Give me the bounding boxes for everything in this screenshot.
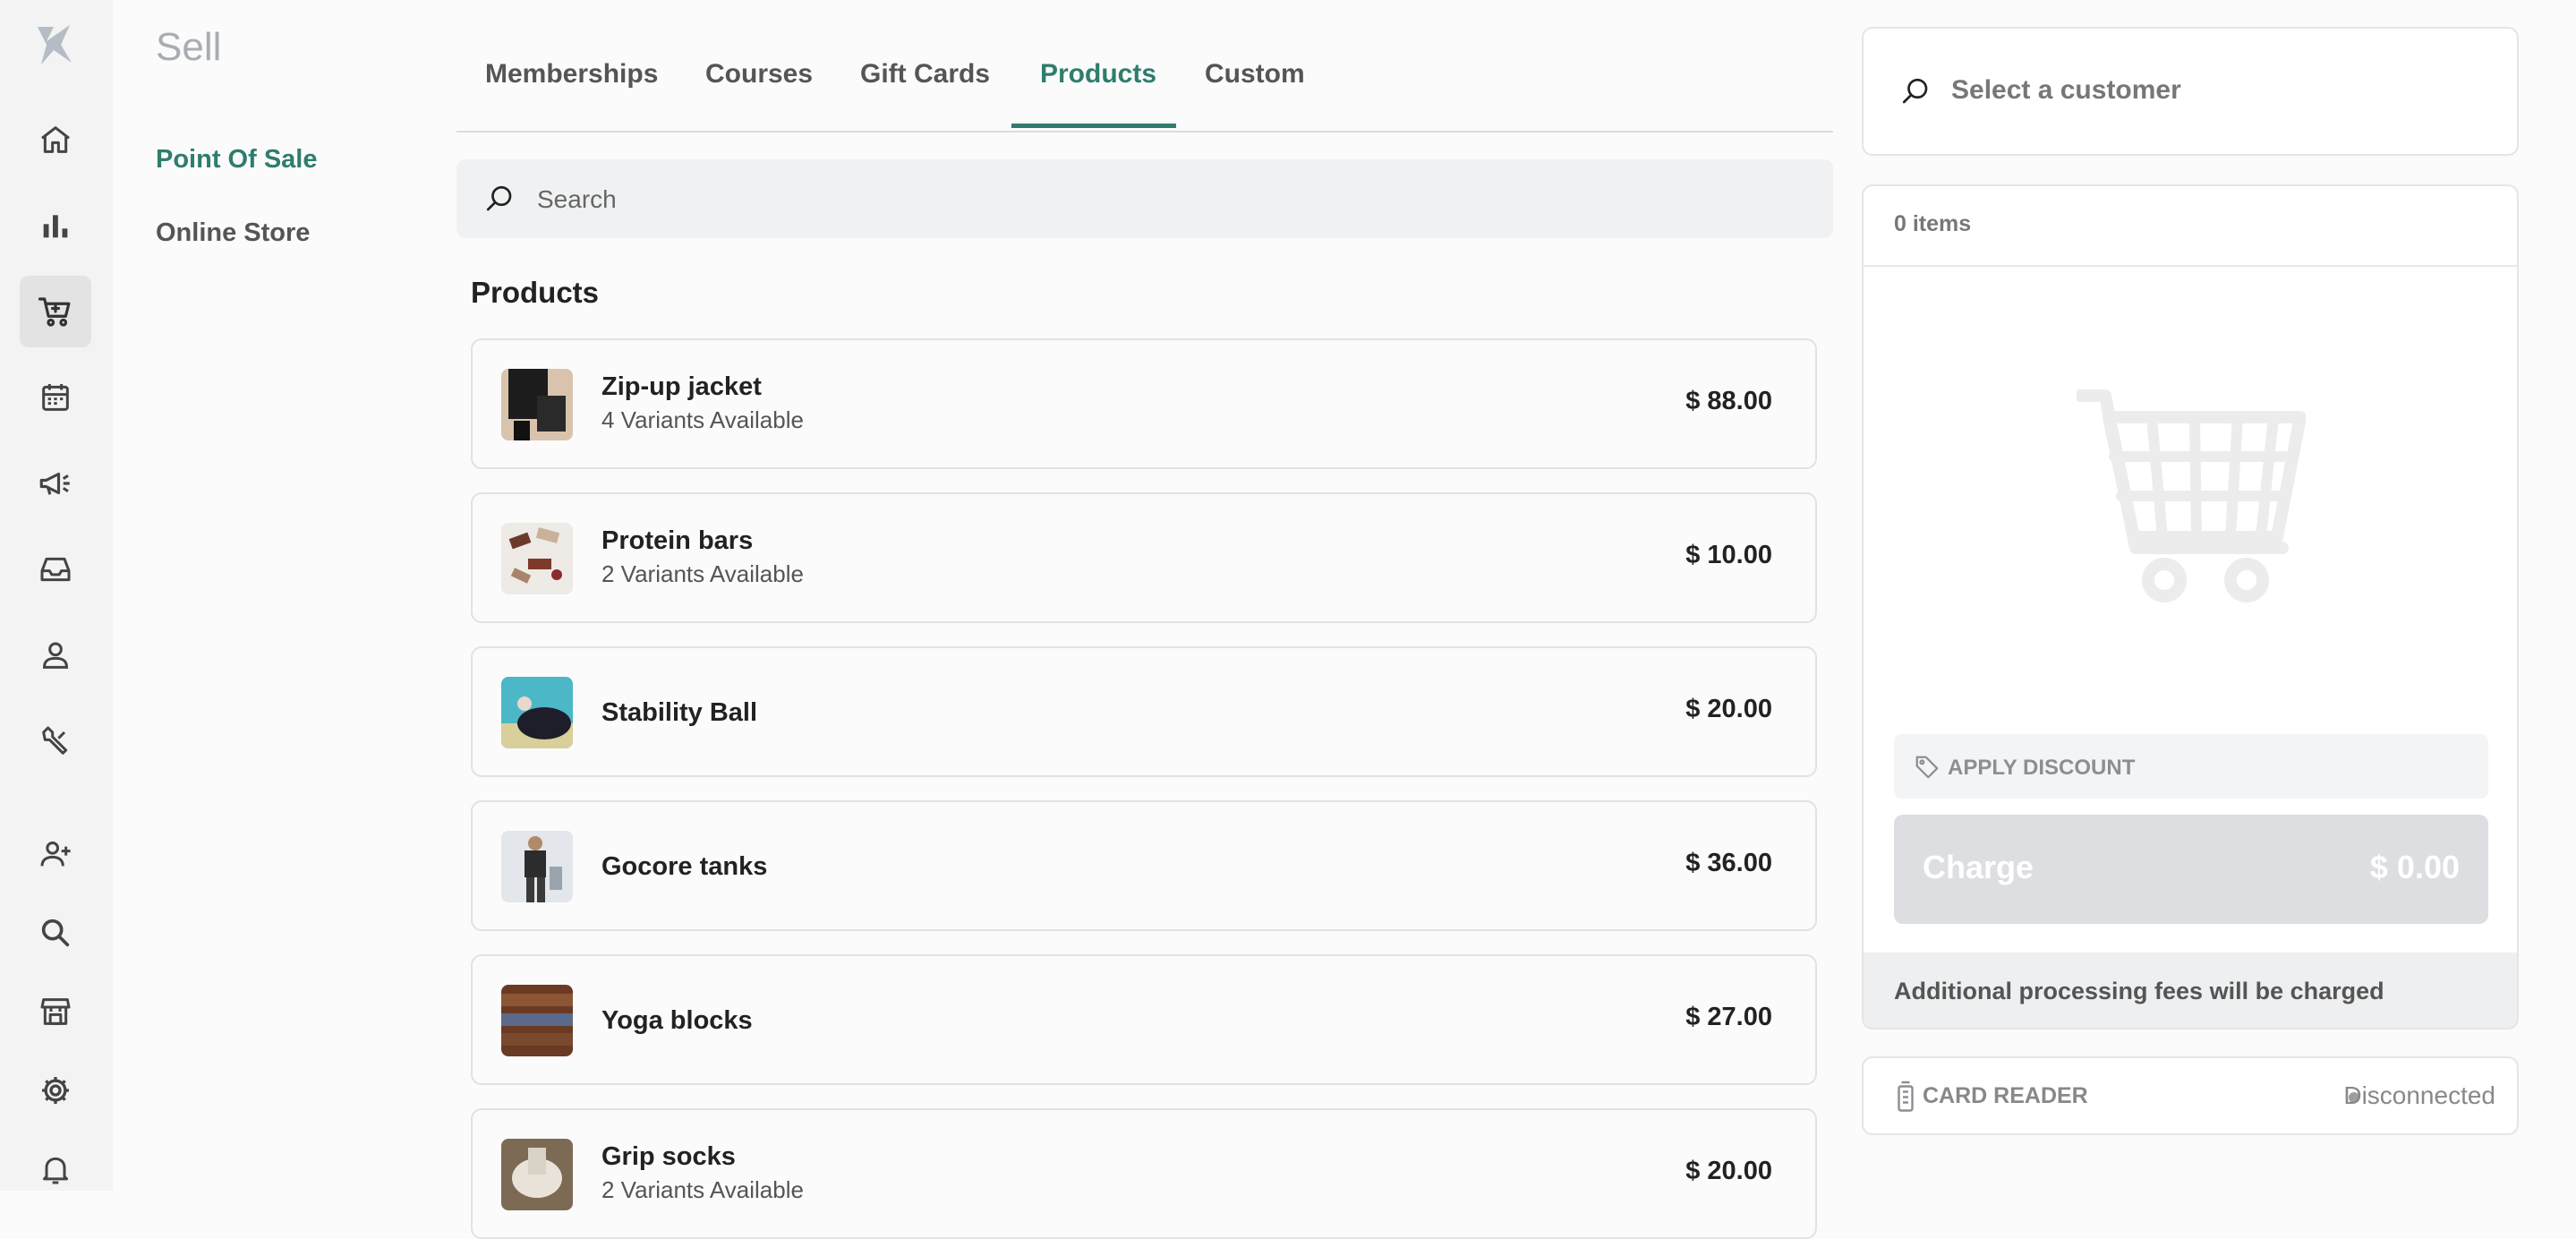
card-reader-status[interactable]: CARD READER Disconnected xyxy=(1862,1056,2519,1135)
tab-memberships[interactable]: Memberships xyxy=(485,59,658,90)
empty-cart-icon xyxy=(2077,389,2306,603)
product-variants: 4 Variants Available xyxy=(601,406,804,433)
product-name: Gocore tanks xyxy=(601,852,768,881)
product-name: Zip-up jacket xyxy=(601,372,762,401)
section-title: Sell xyxy=(156,25,222,69)
search-icon[interactable] xyxy=(20,897,91,969)
product-thumbnail xyxy=(501,677,573,748)
product-price: $ 88.00 xyxy=(1685,387,1772,415)
charge-label: Charge xyxy=(1923,849,2034,885)
cart-item-count: 0 items xyxy=(1894,211,1972,236)
product-thumbnail xyxy=(501,831,573,902)
inbox-icon[interactable] xyxy=(20,534,91,605)
product-row[interactable]: Gocore tanks $ 36.00 xyxy=(471,800,1817,931)
select-customer-field[interactable]: Select a customer xyxy=(1862,27,2519,156)
tab-courses[interactable]: Courses xyxy=(705,59,813,90)
product-row[interactable]: Grip socks 2 Variants Available $ 20.00 xyxy=(471,1108,1817,1239)
user-icon[interactable] xyxy=(20,620,91,691)
processing-fees-text: Additional processing fees will be charg… xyxy=(1894,978,2384,1004)
icon-rail xyxy=(0,0,113,1191)
bar-chart-icon[interactable] xyxy=(20,190,91,261)
product-name: Yoga blocks xyxy=(601,1006,753,1035)
tag-icon xyxy=(1914,754,1941,781)
active-tab-indicator xyxy=(1011,124,1176,128)
megaphone-icon[interactable] xyxy=(20,448,91,519)
card-reader-label: CARD READER xyxy=(1923,1083,2088,1108)
charge-button[interactable]: Charge $ 0.00 xyxy=(1894,815,2488,924)
cart-panel: 0 items APPLY DISCOUNT Charge $ 0.00 Add… xyxy=(1862,184,2519,1030)
select-customer-placeholder: Select a customer xyxy=(1951,75,2181,105)
charge-amount: $ 0.00 xyxy=(2369,849,2460,885)
product-search-bar xyxy=(456,159,1833,238)
bell-icon[interactable] xyxy=(20,1133,91,1205)
products-heading: Products xyxy=(471,276,600,309)
product-thumbnail xyxy=(501,985,573,1056)
card-reader-icon xyxy=(1896,1080,1915,1112)
cart-divider xyxy=(1864,265,2517,267)
search-input[interactable] xyxy=(535,177,1792,222)
product-price: $ 20.00 xyxy=(1685,695,1772,723)
calendar-icon[interactable] xyxy=(20,362,91,433)
product-price: $ 10.00 xyxy=(1685,541,1772,569)
product-thumbnail xyxy=(501,369,573,440)
product-price: $ 36.00 xyxy=(1685,849,1772,877)
product-type-tabs: Memberships Courses Gift Cards Products … xyxy=(456,0,1833,132)
product-name: Grip socks xyxy=(601,1142,736,1171)
shopping-cart-icon[interactable] xyxy=(20,276,91,347)
gear-icon[interactable] xyxy=(20,1055,91,1126)
product-row[interactable]: Yoga blocks $ 27.00 xyxy=(471,954,1817,1085)
product-name: Stability Ball xyxy=(601,698,758,727)
brand-logo-icon[interactable] xyxy=(34,23,73,66)
subnav-online-store[interactable]: Online Store xyxy=(156,218,310,248)
search-icon xyxy=(483,183,516,215)
processing-fees-note: Additional processing fees will be charg… xyxy=(1864,953,2517,1028)
product-row[interactable]: Stability Ball $ 20.00 xyxy=(471,646,1817,777)
add-user-icon[interactable] xyxy=(20,818,91,890)
subnav-point-of-sale[interactable]: Point Of Sale xyxy=(156,145,317,175)
product-name: Protein bars xyxy=(601,526,754,555)
apply-discount-label: APPLY DISCOUNT xyxy=(1948,756,2136,780)
card-reader-connection-status: Disconnected xyxy=(2343,1081,2495,1109)
tab-custom[interactable]: Custom xyxy=(1205,59,1305,90)
product-row[interactable]: Zip-up jacket 4 Variants Available $ 88.… xyxy=(471,338,1817,469)
product-row[interactable]: Protein bars 2 Variants Available $ 10.0… xyxy=(471,492,1817,623)
wrench-icon[interactable] xyxy=(20,705,91,777)
product-price: $ 20.00 xyxy=(1685,1157,1772,1185)
product-thumbnail xyxy=(501,1139,573,1210)
apply-discount-button[interactable]: APPLY DISCOUNT xyxy=(1894,734,2488,799)
search-icon xyxy=(1899,75,1932,107)
product-variants: 2 Variants Available xyxy=(601,560,804,587)
product-price: $ 27.00 xyxy=(1685,1003,1772,1031)
storefront-icon[interactable] xyxy=(20,976,91,1047)
tab-gift-cards[interactable]: Gift Cards xyxy=(860,59,990,90)
product-thumbnail xyxy=(501,523,573,594)
home-icon[interactable] xyxy=(20,104,91,175)
tab-products[interactable]: Products xyxy=(1040,59,1156,90)
sell-subnav: Sell Point Of Sale Online Store xyxy=(113,0,453,1191)
